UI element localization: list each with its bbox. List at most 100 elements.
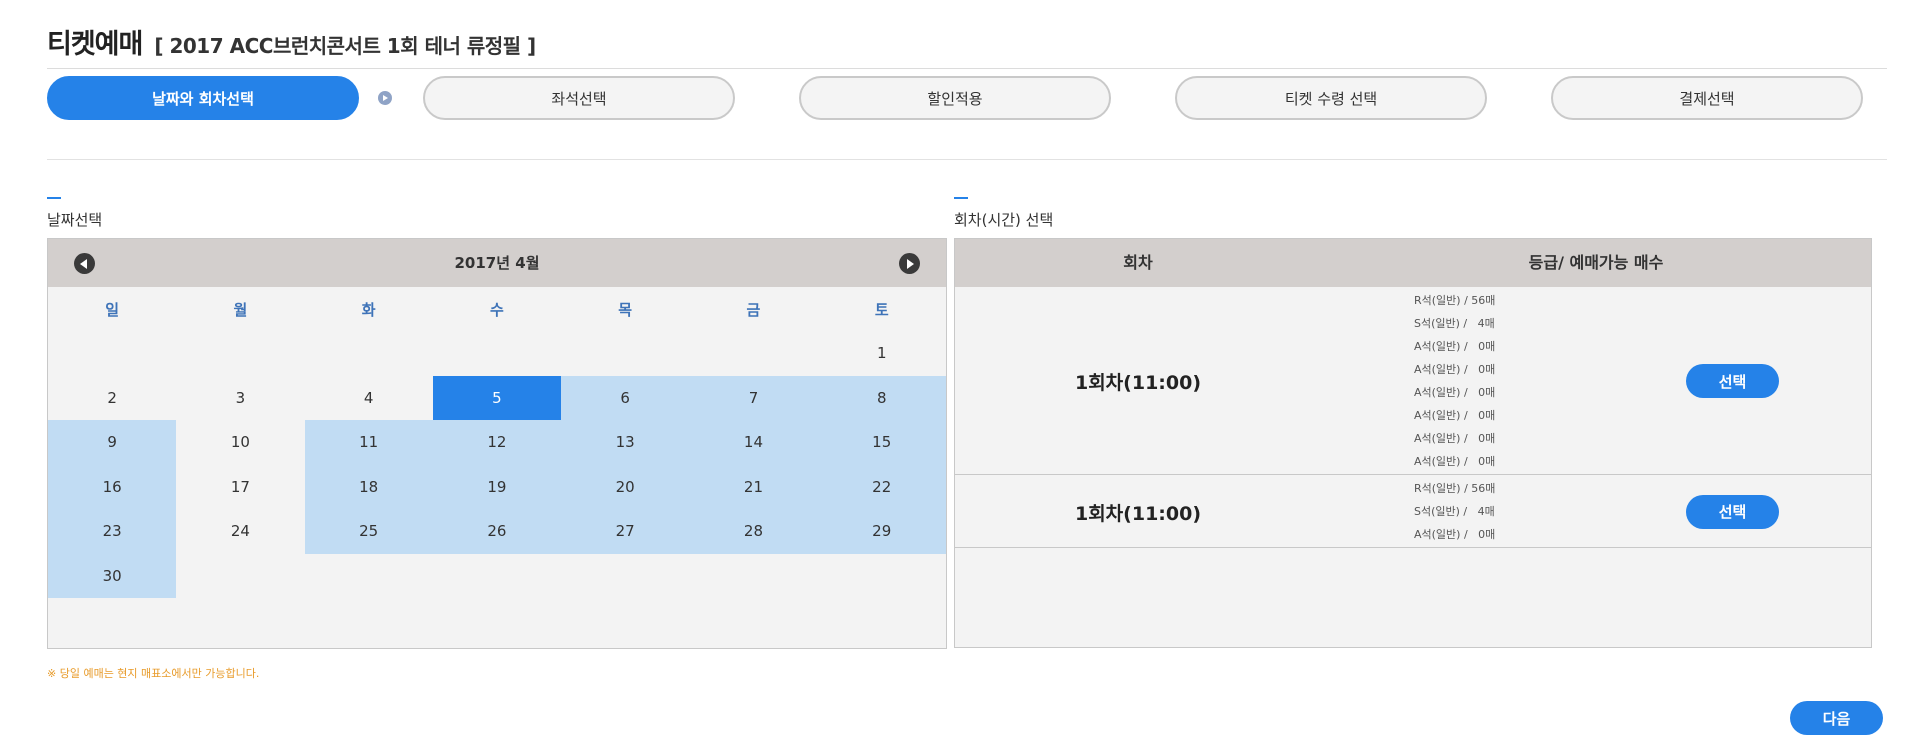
calendar-day[interactable]: 25	[304, 509, 433, 554]
seat-grade-item: A석(일반) / 0매	[1414, 385, 1496, 399]
calendar-empty-cell	[433, 331, 561, 376]
calendar-day[interactable]: 15	[817, 420, 946, 465]
prev-month-icon[interactable]	[74, 253, 95, 274]
calendar-day[interactable]: 21	[689, 464, 818, 509]
calendar-empty-cell	[176, 554, 304, 599]
select-session-button[interactable]: 선택	[1686, 494, 1779, 529]
calendar-day[interactable]: 23	[48, 509, 177, 554]
calendar-day[interactable]: 6	[561, 375, 690, 420]
calendar-empty-cell	[176, 331, 304, 376]
event-title: [ 2017 ACC브런치콘서트 1회 테너 류정필 ]	[154, 34, 536, 58]
session-row: 1회차(11:00) R석(일반) / 56매 S석(일반) / 4매 A석(일반) …	[955, 475, 1871, 548]
calendar-empty-cell	[561, 331, 689, 376]
calendar-day[interactable]: 29	[817, 509, 946, 554]
seat-grade-list: R석(일반) / 56매 S석(일반) / 4매 A석(일반) / 0매	[1414, 477, 1495, 546]
calendar-day[interactable]: 13	[561, 420, 690, 465]
section-marker	[954, 197, 968, 199]
same-day-notice: ※ 당일 예매는 현지 매표소에서만 가능합니다.	[47, 667, 260, 680]
session-table-header: 회차 등급/ 예매가능 매수	[955, 239, 1871, 287]
calendar-day[interactable]: 10	[176, 420, 304, 465]
calendar-week: 2345678	[48, 375, 946, 421]
calendar-day[interactable]: 27	[561, 509, 690, 554]
seat-grade-item: S석(일반) / 4매	[1414, 504, 1495, 518]
step-seat[interactable]: 좌석선택	[423, 76, 735, 120]
calendar-week: 30	[48, 553, 946, 599]
calendar-day[interactable]: 28	[689, 509, 818, 554]
calendar-empty-cell	[561, 554, 689, 599]
calendar-day[interactable]: 2	[48, 376, 176, 421]
grades-column-header: 등급/ 예매가능 매수	[1528, 253, 1664, 272]
weekday-fri: 금	[746, 300, 761, 319]
session-row: 1회차(11:00) R석(일반) / 56매 S석(일반) / 4매 A석(일반) …	[955, 287, 1871, 475]
calendar-day[interactable]: 26	[432, 509, 562, 554]
session-name: 1회차(11:00)	[1074, 372, 1202, 394]
calendar-week: 16 17 18 19 20 21 22	[48, 464, 946, 510]
calendar-empty-cell	[48, 331, 176, 376]
page-header: 티켓예매 [ 2017 ACC브런치콘서트 1회 테너 류정필 ]	[47, 22, 1887, 61]
calendar-day[interactable]: 5	[432, 375, 562, 420]
calendar-week: 9 10 11 12 13 14 15	[48, 420, 946, 465]
seat-grade-item: A석(일반) / 0매	[1414, 339, 1496, 353]
calendar-empty-cell	[818, 554, 946, 599]
calendar-day[interactable]: 3	[176, 376, 304, 421]
calendar-day[interactable]: 12	[432, 420, 562, 465]
calendar-day[interactable]: 9	[48, 420, 177, 465]
weekday-sun: 일	[105, 300, 120, 319]
seat-grade-item: A석(일반) / 0매	[1414, 362, 1496, 376]
header-divider	[47, 68, 1887, 69]
booking-steps: 날짜와 회차선택 좌석선택 할인적용 티켓 수령 선택 결제선택	[47, 76, 1887, 120]
weekday-sat: 토	[874, 300, 889, 319]
section-marker	[47, 197, 61, 199]
weekday-mon: 월	[233, 300, 248, 319]
calendar-day[interactable]: 24	[176, 509, 304, 554]
seat-grade-item: R석(일반) / 56매	[1414, 293, 1496, 307]
calendar-day[interactable]: 8	[817, 375, 946, 420]
weekday-wed: 수	[490, 300, 504, 319]
section-divider	[47, 159, 1887, 160]
session-section-title: 회차(시간) 선택	[954, 211, 1054, 229]
session-column-header: 회차	[1123, 253, 1153, 272]
calendar-week: 23 24 25 26 27 28 29	[48, 509, 946, 554]
weekday-row: 일 월 화 수 목 금 토	[48, 287, 946, 331]
weekday-tue: 화	[361, 300, 376, 319]
next-button[interactable]: 다음	[1790, 701, 1883, 735]
calendar-day[interactable]: 14	[689, 420, 818, 465]
calendar-empty-cell	[305, 331, 433, 376]
calendar-grid: 일 월 화 수 목 금 토 1 2 3 4 5 6 7 8 9 10 11 12 13 14 15 16 17 1…	[48, 287, 946, 598]
calendar-day[interactable]: 19	[432, 464, 562, 509]
calendar-day[interactable]: 22	[817, 464, 946, 509]
calendar-empty-cell	[433, 554, 561, 599]
calendar-day[interactable]: 7	[689, 375, 818, 420]
date-section-title: 날짜선택	[47, 211, 103, 229]
calendar-month: 2017년 4월	[454, 254, 540, 272]
step-arrow-icon	[378, 91, 392, 105]
page-title: 티켓예매	[47, 29, 143, 60]
session-name: 1회차(11:00)	[1074, 502, 1202, 525]
session-table: 회차 등급/ 예매가능 매수 1회차(11:00) R석(일반) / 56매 S석(…	[954, 238, 1872, 648]
seat-grade-item: A석(일반) / 0매	[1414, 527, 1496, 541]
calendar-header: 2017년 4월	[48, 239, 946, 287]
step-payment[interactable]: 결제선택	[1551, 76, 1863, 120]
calendar-empty-cell	[305, 554, 433, 599]
next-month-icon[interactable]	[899, 253, 920, 274]
weekday-thu: 목	[618, 300, 633, 319]
seat-grade-item: R석(일반) / 56매	[1414, 481, 1496, 495]
calendar: 2017년 4월 일 월 화 수 목 금 토 1 2 3 4 5 6 7 8 9 10 11 12 13…	[47, 238, 947, 649]
select-session-button[interactable]: 선택	[1686, 364, 1779, 398]
calendar-day[interactable]: 4	[305, 376, 433, 421]
calendar-day[interactable]: 1	[818, 331, 946, 376]
calendar-day[interactable]: 30	[48, 553, 177, 598]
calendar-day[interactable]: 11	[304, 420, 433, 465]
calendar-day[interactable]: 20	[561, 464, 690, 509]
calendar-week: 1	[48, 331, 946, 376]
seat-grade-item: A석(일반) / 0매	[1414, 454, 1496, 468]
step-discount[interactable]: 할인적용	[799, 76, 1111, 120]
step-ticket-receipt[interactable]: 티켓 수령 선택	[1175, 76, 1487, 120]
step-date-session[interactable]: 날짜와 회차선택	[47, 76, 359, 120]
calendar-empty-cell	[689, 554, 817, 599]
calendar-day[interactable]: 18	[304, 464, 433, 509]
seat-grade-item: A석(일반) / 0매	[1414, 408, 1496, 422]
calendar-day[interactable]: 17	[176, 465, 304, 510]
calendar-day[interactable]: 16	[48, 464, 177, 509]
calendar-empty-cell	[689, 331, 817, 376]
